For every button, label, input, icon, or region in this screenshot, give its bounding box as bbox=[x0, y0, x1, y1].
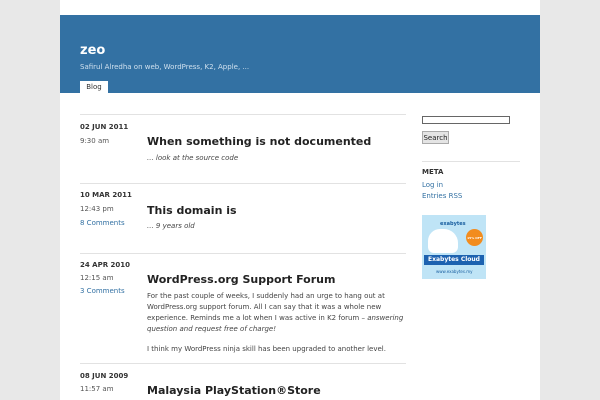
post-title[interactable]: This domain is bbox=[147, 204, 237, 217]
post: 24 APR 2010 12:15 am 3 Comments WordPres… bbox=[80, 253, 406, 363]
post-separator bbox=[80, 363, 406, 364]
discount-badge: 15% OFF NOW bbox=[466, 229, 483, 258]
search-input[interactable] bbox=[422, 116, 510, 124]
login-link[interactable]: Log in bbox=[422, 181, 443, 189]
post-separator bbox=[80, 183, 406, 184]
post-time[interactable]: 12:15 am bbox=[80, 274, 114, 282]
site-title[interactable]: zeo bbox=[80, 43, 105, 58]
post-body: For the past couple of weeks, I suddenly… bbox=[147, 291, 405, 364]
sidebar-separator bbox=[422, 161, 520, 162]
page: zeo Safirul Alredha on web, WordPress, K… bbox=[60, 0, 540, 400]
ad-headline: Exabytes Cloud bbox=[424, 255, 484, 265]
post-time[interactable]: 9:30 am bbox=[80, 137, 109, 145]
search-button[interactable]: Search bbox=[422, 131, 449, 144]
post-date: 02 JUN 2011 bbox=[80, 123, 129, 131]
post: 08 JUN 2009 11:57 am Malaysia PlayStatio… bbox=[80, 363, 406, 400]
post-date: 10 MAR 2011 bbox=[80, 191, 132, 199]
post-paragraph: I think my WordPress ninja skill has bee… bbox=[147, 345, 386, 353]
post-time[interactable]: 12:43 pm bbox=[80, 205, 114, 213]
post-date: 08 JUN 2009 bbox=[80, 372, 129, 380]
cloud-mascot-icon bbox=[428, 229, 458, 253]
post-title[interactable]: Malaysia PlayStation®Store bbox=[147, 384, 321, 397]
post-title[interactable]: WordPress.org Support Forum bbox=[147, 273, 335, 286]
meta-heading: META bbox=[422, 168, 444, 176]
post-separator bbox=[80, 114, 406, 115]
post-time[interactable]: 11:57 am bbox=[80, 385, 114, 393]
tab-blog[interactable]: Blog bbox=[80, 81, 108, 93]
post-separator bbox=[80, 253, 406, 254]
site-description: Safirul Alredha on web, WordPress, K2, A… bbox=[80, 63, 250, 71]
post-excerpt: ... 9 years old bbox=[147, 222, 195, 230]
post-paragraph-text: For the past couple of weeks, I suddenly… bbox=[147, 292, 385, 322]
ad-url: www.exabytes.my bbox=[436, 269, 473, 274]
post-comments-link[interactable]: 8 Comments bbox=[80, 219, 125, 227]
post: 10 MAR 2011 12:43 pm 8 Comments This dom… bbox=[80, 183, 406, 253]
site-header: zeo Safirul Alredha on web, WordPress, K… bbox=[60, 15, 540, 93]
entries-rss-link[interactable]: Entries RSS bbox=[422, 192, 462, 200]
post-title[interactable]: When something is not documented bbox=[147, 135, 371, 148]
post-excerpt: ... look at the source code bbox=[147, 154, 239, 162]
post-date: 24 APR 2010 bbox=[80, 261, 131, 269]
post-comments-link[interactable]: 3 Comments bbox=[80, 287, 125, 295]
post: 02 JUN 2011 9:30 am When something is no… bbox=[80, 114, 406, 174]
post-paragraph: For the past couple of weeks, I suddenly… bbox=[147, 291, 405, 335]
ad-brand: exabytes bbox=[440, 221, 466, 227]
exabytes-ad-banner[interactable]: exabytes 15% OFF NOW Exabytes Cloud www.… bbox=[422, 215, 486, 279]
